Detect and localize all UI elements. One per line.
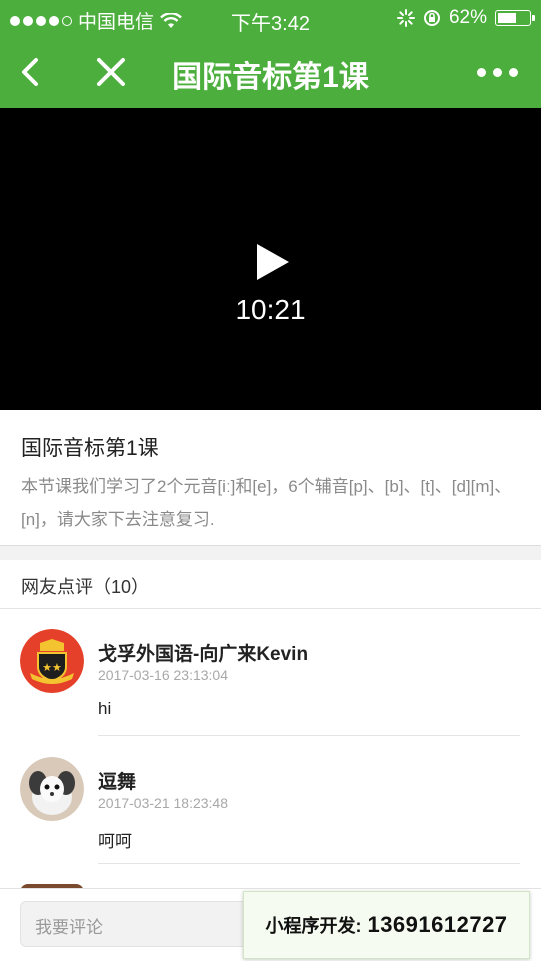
lesson-info: 国际音标第1课 本节课我们学习了2个元音[iː]和[e]，6个辅音[p]、[b]…	[0, 410, 541, 546]
bottom-bar: 我要评论 小程序开发: 13691612727	[0, 888, 541, 961]
battery-percent: 62%	[448, 7, 487, 28]
comment-input[interactable]: 我要评论	[20, 901, 250, 947]
avatar[interactable]	[20, 757, 84, 821]
section-divider	[0, 546, 541, 560]
comment-author: 戈孚外国语-向广来Kevin	[98, 644, 309, 665]
promo-label: 小程序开发:	[265, 916, 362, 936]
play-icon[interactable]	[253, 242, 293, 282]
top-bar: 中国电信 下午3:42 62% 国际音标第1课	[0, 0, 541, 108]
comment-text: hi	[98, 699, 112, 718]
video-player[interactable]: 10:21	[0, 108, 541, 410]
page-title: 国际音标第1课	[172, 61, 369, 94]
comment-divider	[98, 863, 520, 864]
promo-phone-number: 13691612727	[367, 912, 508, 937]
comments-header: 网友点评（10）	[0, 560, 541, 609]
comment-date: 2017-03-16 23:13:04	[98, 667, 228, 683]
comment-text: 呵呵	[98, 832, 132, 851]
loading-spinner-icon	[396, 9, 415, 27]
battery-icon	[495, 10, 535, 26]
comment-item: 逗舞 2017-03-21 18:23:48 呵呵	[0, 737, 541, 864]
comment-author: 逗舞	[98, 772, 137, 793]
status-right: 62%	[396, 7, 535, 29]
comments-header-label: 网友点评（10）	[21, 577, 150, 597]
lesson-description: 本节课我们学习了2个元音[iː]和[e]，6个辅音[p]、[b]、[t]、[d]…	[21, 477, 512, 529]
avatar[interactable]: ★★	[20, 629, 84, 693]
lesson-title: 国际音标第1课	[21, 437, 159, 460]
promo-banner[interactable]: 小程序开发: 13691612727	[243, 891, 530, 959]
nav-bar: 国际音标第1课	[0, 36, 541, 108]
rotation-lock-icon	[423, 10, 440, 26]
svg-text:★★: ★★	[42, 661, 62, 674]
puppy-avatar-icon	[20, 757, 84, 821]
comment-item: ★★ 戈孚外国语-向广来Kevin 2017-03-16 23:13:04 hi	[0, 609, 541, 736]
comment-divider	[98, 735, 520, 736]
comment-date: 2017-03-21 18:23:48	[98, 795, 228, 811]
more-icon[interactable]	[477, 62, 521, 82]
status-bar: 中国电信 下午3:42 62%	[0, 0, 541, 36]
school-crest-avatar-icon: ★★	[20, 629, 84, 693]
battery-fill	[498, 13, 516, 23]
video-duration: 10:21	[235, 294, 306, 325]
